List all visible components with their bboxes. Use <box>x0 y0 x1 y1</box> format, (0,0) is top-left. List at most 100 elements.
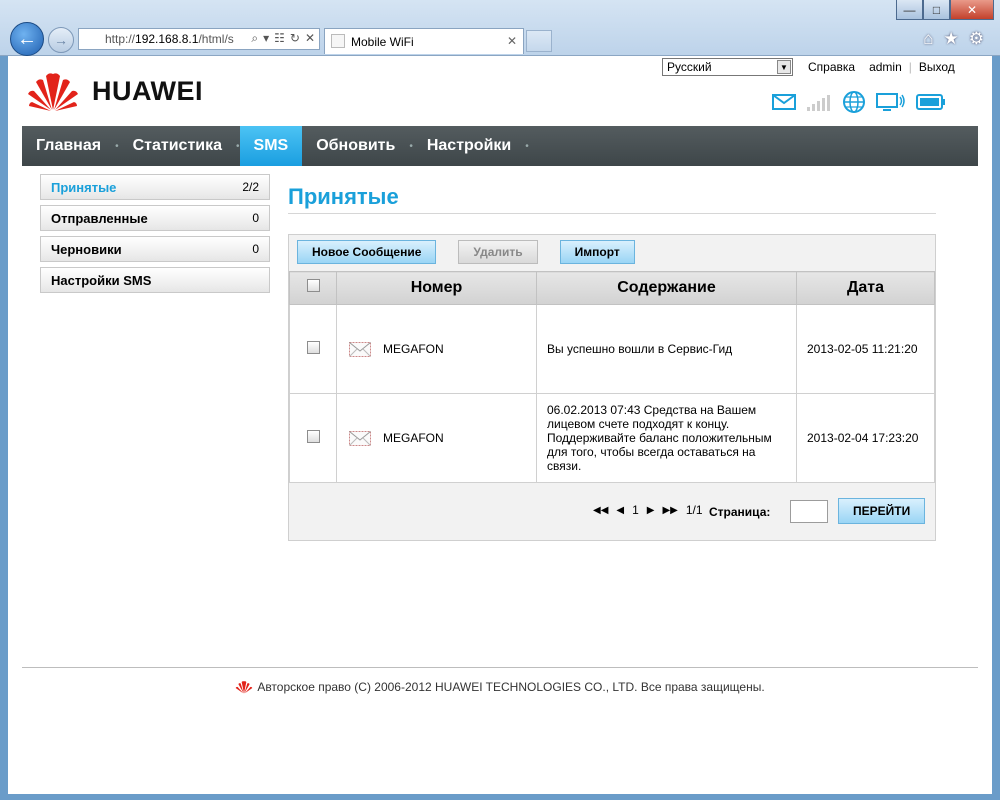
nav-item-sms[interactable]: SMS <box>239 126 303 166</box>
table-header-row: Номер Содержание Дата <box>289 271 935 305</box>
browser-toolbar-icons: ⌂ ★ ⚙ <box>923 29 984 49</box>
nav-item-home[interactable]: Главная <box>22 126 115 166</box>
sms-panel: Новое Сообщение Удалить Импорт Номер Сод… <box>288 234 936 541</box>
column-header-date[interactable]: Дата <box>796 271 935 305</box>
browser-tab[interactable]: Mobile WiFi ✕ <box>324 28 524 54</box>
favorites-star-icon[interactable]: ★ <box>944 29 959 49</box>
gear-icon[interactable]: ⚙ <box>969 29 984 49</box>
nav-item-label: Главная <box>36 137 102 154</box>
language-select[interactable]: Русский ▼ <box>662 58 793 76</box>
tab-close-icon[interactable]: ✕ <box>507 34 517 48</box>
back-arrow-icon: ← <box>17 27 37 50</box>
close-window-button[interactable]: ✕ <box>950 0 994 20</box>
compat-view-icon[interactable]: ☷ <box>274 31 285 46</box>
go-button[interactable]: ПЕРЕЙТИ <box>838 498 926 524</box>
logout-link[interactable]: Выход <box>912 60 962 74</box>
sidebar-item-label: Отправленные <box>51 210 148 226</box>
web-page: Русский ▼ Справка admin | Выход HUAWEI Г… <box>8 56 992 794</box>
url-host: 192.168.8.1 <box>135 32 199 46</box>
new-message-button[interactable]: Новое Сообщение <box>297 240 437 264</box>
message-content: 06.02.2013 07:43 Средства на Вашем лицев… <box>536 393 797 483</box>
sidebar-item-label: Настройки SMS <box>51 272 152 288</box>
first-page-icon[interactable]: ◀◀ <box>593 505 608 516</box>
monitor-wifi-icon <box>876 93 905 111</box>
search-icon[interactable]: ⌕ <box>251 31 258 46</box>
delete-button[interactable]: Удалить <box>458 240 538 264</box>
address-bar[interactable]: http://192.168.8.1/html/s ⌕ ▾ ☷ ↻ ✕ <box>78 28 320 50</box>
sidebar-item-count: 0 <box>252 211 259 225</box>
huawei-petal-icon <box>28 73 78 111</box>
minimize-button[interactable]: — <box>896 0 923 20</box>
table-row[interactable]: MEGAFON 06.02.2013 07:43 Средства на Ваш… <box>289 393 935 483</box>
mail-icon[interactable] <box>772 94 796 110</box>
number-cell: MEGAFON <box>336 393 537 483</box>
globe-icon <box>843 91 865 113</box>
stop-icon[interactable]: ✕ <box>305 31 315 46</box>
table-row[interactable]: MEGAFON Вы успешно вошли в Сервис-Гид 20… <box>289 304 935 394</box>
title-divider <box>288 213 936 214</box>
sender-number: MEGAFON <box>383 431 444 445</box>
url-prefix: http:// <box>105 32 136 46</box>
sidebar-item-drafts[interactable]: Черновики 0 <box>40 236 270 262</box>
row-select-cell <box>289 304 337 394</box>
pagination: ◀◀ ◀ 1 ▶ ▶▶ 1/1 Страница: ПЕРЕЙТИ <box>289 483 935 541</box>
row-checkbox[interactable] <box>306 341 320 354</box>
envelope-icon <box>349 430 371 446</box>
url-rest: /html/s <box>198 32 234 46</box>
forward-arrow-icon: → <box>54 32 68 48</box>
sms-sidebar: Принятые 2/2 Отправленные 0 Черновики 0 … <box>40 174 270 298</box>
sidebar-item-inbox[interactable]: Принятые 2/2 <box>40 174 270 200</box>
help-link[interactable]: Справка <box>801 60 862 74</box>
refresh-icon[interactable]: ↻ <box>290 31 300 46</box>
page-controls: ◀◀ ◀ 1 ▶ ▶▶ 1/1 <box>593 503 703 517</box>
home-icon[interactable]: ⌂ <box>923 29 933 49</box>
row-checkbox[interactable] <box>306 430 320 443</box>
nav-item-label: Обновить <box>316 137 396 154</box>
dropdown-icon[interactable]: ▾ <box>263 31 269 46</box>
sidebar-item-count: 2/2 <box>242 180 259 194</box>
message-date: 2013-02-05 11:21:20 <box>796 304 935 394</box>
sms-table: Номер Содержание Дата MEGAFON Вы успешно… <box>289 271 935 483</box>
sidebar-item-sms-settings[interactable]: Настройки SMS <box>40 267 270 293</box>
sidebar-item-sent[interactable]: Отправленные 0 <box>40 205 270 231</box>
message-content: Вы успешно вошли в Сервис-Гид <box>536 304 797 394</box>
last-page-icon[interactable]: ▶▶ <box>662 505 677 516</box>
footer: Авторское право (C) 2006-2012 HUAWEI TEC… <box>8 680 992 694</box>
user-name: admin <box>869 60 902 74</box>
sidebar-item-label: Черновики <box>51 241 122 257</box>
page-count: 1/1 <box>685 503 703 517</box>
favicon-icon <box>331 34 345 48</box>
sender-number: MEGAFON <box>383 342 444 356</box>
forward-button[interactable]: → <box>48 27 74 53</box>
current-page[interactable]: 1 <box>632 503 639 517</box>
back-button[interactable]: ← <box>10 22 44 56</box>
nav-item-settings[interactable]: Настройки <box>413 126 525 166</box>
import-button[interactable]: Импорт <box>559 240 635 264</box>
number-cell: MEGAFON <box>336 304 537 394</box>
browser-chrome: — □ ✕ ← → http://192.168.8.1/html/s ⌕ ▾ … <box>0 0 1000 56</box>
prev-page-icon[interactable]: ◀ <box>616 505 624 516</box>
select-all-header <box>289 271 337 305</box>
top-links: Справка admin | Выход <box>801 60 962 74</box>
new-tab-button[interactable] <box>526 30 552 52</box>
sidebar-item-label: Принятые <box>51 179 117 195</box>
sidebar-item-count: 0 <box>252 242 259 256</box>
signal-strength-icon <box>807 95 830 111</box>
maximize-button[interactable]: □ <box>923 0 950 20</box>
huawei-small-logo-icon <box>235 681 253 694</box>
nav-item-update[interactable]: Обновить <box>302 126 409 166</box>
select-all-checkbox[interactable] <box>306 279 320 292</box>
row-select-cell <box>289 393 337 483</box>
envelope-icon <box>349 341 371 357</box>
column-header-number[interactable]: Номер <box>336 271 537 305</box>
chevron-down-icon: ▼ <box>777 60 791 74</box>
nav-item-statistics[interactable]: Статистика <box>119 126 236 166</box>
column-header-content[interactable]: Содержание <box>536 271 797 305</box>
window-controls: — □ ✕ <box>896 0 994 20</box>
next-page-icon[interactable]: ▶ <box>647 505 655 516</box>
nav-item-label: SMS <box>253 137 289 154</box>
page-input[interactable] <box>790 500 828 523</box>
page-title: Принятые <box>288 184 399 209</box>
copyright-text: Авторское право (C) 2006-2012 HUAWEI TEC… <box>257 680 765 694</box>
message-date: 2013-02-04 17:23:20 <box>796 393 935 483</box>
